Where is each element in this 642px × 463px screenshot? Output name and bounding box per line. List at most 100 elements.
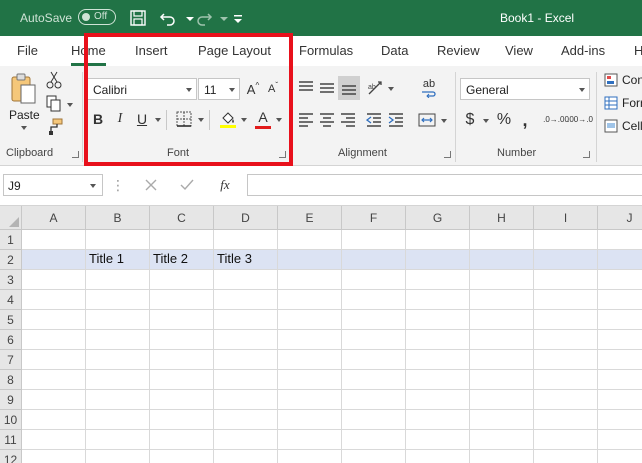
align-left-icon[interactable] (297, 110, 315, 130)
column-header-h[interactable]: H (470, 206, 534, 230)
number-format-dropdown[interactable]: General (460, 78, 590, 100)
decrease-decimal-button[interactable]: .00→.0 (567, 108, 593, 132)
currency-dropdown-icon[interactable] (483, 119, 489, 123)
chevron-down-icon[interactable] (90, 184, 96, 188)
align-top-icon[interactable] (297, 78, 315, 98)
number-launcher-icon[interactable] (583, 151, 590, 158)
enter-icon[interactable] (176, 176, 198, 194)
align-middle-icon[interactable] (318, 78, 336, 98)
tab-home[interactable]: Home (71, 43, 106, 66)
fill-color-icon[interactable] (218, 108, 238, 130)
paste-dropdown-icon[interactable] (21, 126, 27, 130)
font-size-dropdown[interactable]: 11 (198, 78, 240, 100)
align-center-icon[interactable] (318, 110, 336, 130)
font-color-dropdown-icon[interactable] (276, 118, 282, 122)
column-header-j[interactable]: J (598, 206, 642, 230)
column-header-f[interactable]: F (342, 206, 406, 230)
row-header-1[interactable]: 1 (0, 230, 22, 250)
borders-dropdown-icon[interactable] (198, 118, 204, 122)
tab-insert[interactable]: Insert (135, 43, 168, 58)
row-header-11[interactable]: 11 (0, 430, 22, 450)
tab-page-layout[interactable]: Page Layout (198, 43, 271, 58)
insert-function-icon[interactable]: fx (214, 176, 236, 194)
row-header-4[interactable]: 4 (0, 290, 22, 310)
orientation-icon[interactable]: ab (366, 78, 386, 98)
cell-styles-icon[interactable] (603, 118, 619, 134)
redo-icon[interactable] (194, 8, 214, 28)
column-header-a[interactable]: A (22, 206, 86, 230)
merge-dropdown-icon[interactable] (441, 119, 447, 123)
format-as-table-icon[interactable] (603, 95, 619, 111)
increase-decimal-button[interactable]: .0→.00 (543, 108, 569, 132)
font-color-icon[interactable]: A (253, 108, 273, 130)
row-header-6[interactable]: 6 (0, 330, 22, 350)
row-header-3[interactable]: 3 (0, 270, 22, 290)
row-header-10[interactable]: 10 (0, 410, 22, 430)
column-header-e[interactable]: E (278, 206, 342, 230)
title-bar: AutoSave Off Book1 - Excel (0, 0, 642, 36)
row-header-7[interactable]: 7 (0, 350, 22, 370)
tab-review[interactable]: Review (437, 43, 480, 58)
grow-font-icon[interactable]: A ^ (244, 79, 262, 99)
name-box[interactable]: J9 (3, 174, 103, 196)
column-header-d[interactable]: D (214, 206, 278, 230)
cut-icon[interactable] (44, 70, 64, 90)
column-header-c[interactable]: C (150, 206, 214, 230)
currency-button[interactable]: $ (462, 109, 478, 131)
paste-label[interactable]: Paste (9, 108, 40, 122)
more-options-icon[interactable]: ⋮ (111, 176, 125, 194)
copy-dropdown-icon[interactable] (67, 103, 73, 107)
paste-icon[interactable] (6, 72, 40, 108)
formula-input[interactable] (247, 174, 642, 196)
decrease-indent-icon[interactable] (365, 110, 383, 130)
conditional-formatting-icon[interactable] (603, 72, 619, 88)
tab-help[interactable]: H (634, 43, 642, 58)
clipboard-launcher-icon[interactable] (72, 151, 79, 158)
row-header-9[interactable]: 9 (0, 390, 22, 410)
italic-button[interactable]: I (111, 109, 129, 129)
tab-add-ins[interactable]: Add-ins (561, 43, 605, 58)
row-header-2[interactable]: 2 (0, 250, 22, 270)
autosave-toggle[interactable]: Off (78, 9, 116, 25)
font-launcher-icon[interactable] (279, 151, 286, 158)
align-bottom-icon[interactable] (338, 76, 360, 100)
align-right-icon[interactable] (339, 110, 357, 130)
tab-view[interactable]: View (505, 43, 533, 58)
comma-button[interactable]: , (517, 109, 533, 131)
wrap-text-icon[interactable]: ab (418, 78, 440, 98)
merge-center-icon[interactable] (416, 110, 438, 130)
format-painter-icon[interactable] (44, 117, 64, 137)
cancel-icon[interactable] (140, 176, 162, 194)
column-header-b[interactable]: B (86, 206, 150, 230)
row-header-12[interactable]: 12 (0, 450, 22, 463)
cell-c2[interactable]: Title 2 (153, 251, 188, 266)
borders-icon[interactable] (174, 109, 194, 129)
bold-button[interactable]: B (89, 109, 107, 129)
tab-data[interactable]: Data (381, 43, 408, 58)
row-header-5[interactable]: 5 (0, 310, 22, 330)
undo-icon[interactable] (158, 8, 178, 28)
column-header-i[interactable]: I (534, 206, 598, 230)
tab-formulas[interactable]: Formulas (299, 43, 353, 58)
cell-styles-label[interactable]: Cell (622, 119, 642, 133)
alignment-launcher-icon[interactable] (444, 151, 451, 158)
increase-indent-icon[interactable] (387, 110, 405, 130)
shrink-font-icon[interactable]: Aˇ (264, 79, 282, 99)
copy-icon[interactable] (44, 94, 64, 114)
cell-b2[interactable]: Title 1 (89, 251, 124, 266)
underline-dropdown-icon[interactable] (155, 118, 161, 122)
percent-button[interactable]: % (494, 109, 514, 131)
row-header-8[interactable]: 8 (0, 370, 22, 390)
cell-d2[interactable]: Title 3 (217, 251, 252, 266)
font-name-dropdown[interactable]: Calibri (87, 78, 197, 100)
tab-file[interactable]: File (17, 43, 38, 58)
save-icon[interactable] (128, 8, 148, 28)
select-all-button[interactable] (0, 206, 22, 230)
column-header-g[interactable]: G (406, 206, 470, 230)
underline-button[interactable]: U (133, 109, 151, 129)
orientation-dropdown-icon[interactable] (388, 87, 394, 91)
customize-qat-icon[interactable] (228, 8, 248, 28)
conditional-formatting-label[interactable]: Con (622, 73, 642, 87)
fill-color-dropdown-icon[interactable] (241, 118, 247, 122)
format-as-table-label[interactable]: Forr (622, 96, 642, 110)
